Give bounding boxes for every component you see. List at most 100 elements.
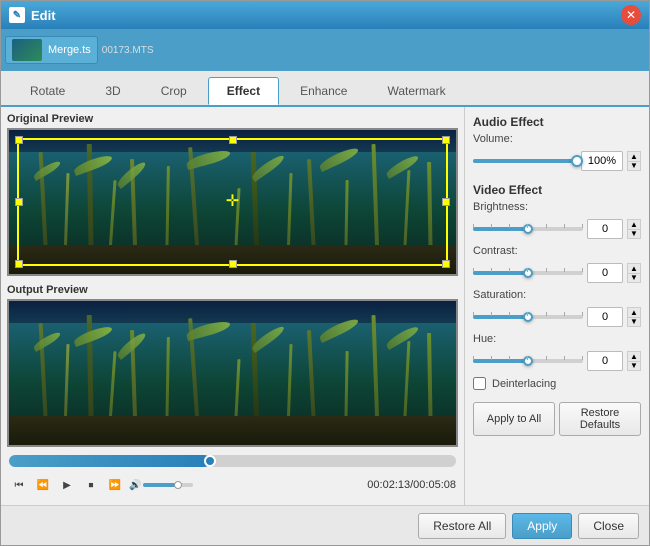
tab-watermark[interactable]: Watermark — [368, 77, 464, 105]
saturation-label-row: Saturation: — [473, 289, 641, 301]
hue-spinbox: ▲ ▼ — [627, 351, 641, 371]
hue-row: ▲ ▼ — [473, 351, 641, 371]
volume-value-input[interactable] — [581, 151, 623, 171]
volume-track-fill — [473, 159, 577, 163]
file-item-1[interactable]: Merge.ts — [5, 36, 98, 64]
volume-up-button[interactable]: ▲ — [627, 151, 641, 161]
restore-all-button[interactable]: Restore All — [418, 513, 506, 539]
saturation-label: Saturation: — [473, 289, 543, 301]
hue-label: Hue: — [473, 333, 543, 345]
file-bar: Merge.ts 00173.MTS — [1, 29, 649, 71]
output-preview-label: Output Preview — [7, 284, 458, 296]
original-preview-label: Original Preview — [7, 113, 458, 125]
saturation-up-button[interactable]: ▲ — [627, 307, 641, 317]
saturation-track[interactable] — [473, 315, 583, 319]
brightness-slider-container — [473, 221, 583, 237]
contrast-up-button[interactable]: ▲ — [627, 263, 641, 273]
contrast-spinbox: ▲ ▼ — [627, 263, 641, 283]
tab-enhance[interactable]: Enhance — [281, 77, 366, 105]
volume-control: 🔊 — [129, 480, 193, 491]
saturation-spinbox: ▲ ▼ — [627, 307, 641, 327]
deinterlacing-row: Deinterlacing — [473, 377, 641, 390]
restore-defaults-button[interactable]: Restore Defaults — [559, 402, 641, 436]
volume-down-button[interactable]: ▼ — [627, 161, 641, 171]
brightness-label: Brightness: — [473, 201, 543, 213]
progress-fill — [9, 455, 210, 467]
apply-to-all-button[interactable]: Apply to All — [473, 402, 555, 436]
close-button-bottom[interactable]: Close — [578, 513, 639, 539]
file-thumbnail-1 — [12, 39, 42, 61]
hue-track[interactable] — [473, 359, 583, 363]
hue-input[interactable] — [587, 351, 623, 371]
original-preview-section: Original Preview — [7, 113, 458, 280]
effect-action-buttons: Apply to All Restore Defaults — [473, 402, 641, 436]
step-back-button[interactable]: ⏪ — [33, 475, 53, 495]
tab-effect[interactable]: Effect — [208, 77, 279, 105]
contrast-track[interactable] — [473, 271, 583, 275]
progress-bar[interactable] — [9, 455, 456, 467]
volume-track[interactable] — [473, 159, 577, 163]
output-preview-section: Output Preview — [7, 284, 458, 451]
output-preview-video — [7, 299, 458, 447]
video-effect-title: Video Effect — [473, 183, 641, 197]
contrast-input[interactable] — [587, 263, 623, 283]
original-preview-video: ✛ — [7, 128, 458, 276]
volume-label: Volume: — [473, 133, 543, 145]
hue-label-row: Hue: — [473, 333, 641, 345]
contrast-row: ▲ ▼ — [473, 263, 641, 283]
tab-crop[interactable]: Crop — [142, 77, 206, 105]
main-content: Original Preview — [1, 107, 649, 505]
tab-3d[interactable]: 3D — [86, 77, 139, 105]
brightness-row: ▲ ▼ — [473, 219, 641, 239]
app-icon: ✎ — [9, 7, 25, 23]
brightness-label-row: Brightness: — [473, 201, 641, 213]
brightness-spinbox: ▲ ▼ — [627, 219, 641, 239]
contrast-down-button[interactable]: ▼ — [627, 273, 641, 283]
skip-start-button[interactable]: ⏮ — [9, 475, 29, 495]
hue-down-button[interactable]: ▼ — [627, 361, 641, 371]
left-panel: Original Preview — [1, 107, 464, 505]
contrast-slider-container — [473, 265, 583, 281]
hue-slider-container — [473, 353, 583, 369]
contrast-label-row: Contrast: — [473, 245, 641, 257]
play-button[interactable]: ▶ — [57, 475, 77, 495]
brightness-up-button[interactable]: ▲ — [627, 219, 641, 229]
controls-bar: ⏮ ⏪ ▶ ⏹ ⏩ 🔊 00:02:13/00:05:08 — [7, 471, 458, 499]
stop-button[interactable]: ⏹ — [81, 475, 101, 495]
volume-slider-container — [473, 153, 577, 169]
tab-rotate[interactable]: Rotate — [11, 77, 84, 105]
brightness-down-button[interactable]: ▼ — [627, 229, 641, 239]
progress-thumb[interactable] — [204, 455, 216, 467]
contrast-label: Contrast: — [473, 245, 543, 257]
hue-up-button[interactable]: ▲ — [627, 351, 641, 361]
volume-icon: 🔊 — [129, 480, 141, 491]
saturation-input[interactable] — [587, 307, 623, 327]
file-name-2: 00173.MTS — [102, 45, 154, 56]
brightness-input[interactable] — [587, 219, 623, 239]
edit-window: ✎ Edit ✕ Merge.ts 00173.MTS Rotate 3D Cr… — [0, 0, 650, 546]
brightness-track[interactable] — [473, 227, 583, 231]
saturation-row: ▲ ▼ — [473, 307, 641, 327]
audio-effect-title: Audio Effect — [473, 115, 641, 129]
window-title: Edit — [31, 8, 621, 23]
volume-row: Volume: — [473, 133, 641, 145]
right-panel: Audio Effect Volume: ▲ ▼ — [464, 107, 649, 505]
apply-button[interactable]: Apply — [512, 513, 572, 539]
volume-slider-thumb[interactable] — [174, 481, 182, 489]
volume-slider-fill — [143, 483, 178, 487]
saturation-slider-container — [473, 309, 583, 325]
saturation-down-button[interactable]: ▼ — [627, 317, 641, 327]
audio-effect-section: Audio Effect Volume: ▲ ▼ — [473, 115, 641, 177]
title-bar: ✎ Edit ✕ — [1, 1, 649, 29]
volume-track-thumb[interactable] — [571, 155, 583, 167]
time-display: 00:02:13/00:05:08 — [367, 479, 456, 491]
bottom-bar: Restore All Apply Close — [1, 505, 649, 545]
tab-bar: Rotate 3D Crop Effect Enhance Watermark — [1, 71, 649, 107]
deinterlacing-checkbox[interactable] — [473, 377, 486, 390]
step-forward-button[interactable]: ⏩ — [105, 475, 125, 495]
file-name-1: Merge.ts — [48, 44, 91, 56]
close-button[interactable]: ✕ — [621, 5, 641, 25]
volume-spinbox: ▲ ▼ — [627, 151, 641, 171]
video-effect-section: Video Effect Brightness: — [473, 183, 641, 390]
volume-slider[interactable] — [143, 483, 193, 487]
